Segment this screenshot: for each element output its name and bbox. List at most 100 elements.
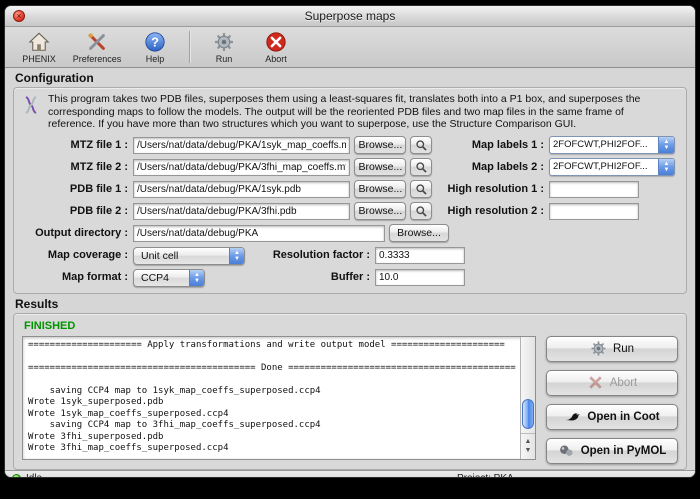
results-section-title: Results: [5, 294, 695, 313]
pdb-file-1-input[interactable]: [133, 181, 350, 198]
console-text: ===================== Apply transformati…: [23, 337, 535, 458]
title-bar[interactable]: × Superpose maps: [5, 6, 695, 27]
mtz-file-1-label: MTZ file 1 :: [22, 139, 128, 151]
pdb-file-1-browse-button[interactable]: Browse...: [354, 180, 406, 198]
toolbar-preferences-button[interactable]: Preferences: [65, 31, 129, 64]
run-gear-icon: [590, 340, 607, 357]
buffer-label: Buffer :: [255, 271, 370, 283]
map-coverage-row: Map coverage : Unit cell ▲▼ Resolution f…: [22, 246, 678, 265]
abort-button-label: Abort: [610, 377, 638, 389]
toolbar-separator: [189, 31, 190, 63]
help-icon: ?: [144, 31, 166, 53]
toolbar-run-button[interactable]: Run: [198, 31, 250, 64]
open-in-pymol-button[interactable]: Open in PyMOL: [546, 438, 678, 464]
mtz-file-1-browse-button[interactable]: Browse...: [354, 136, 406, 154]
abort-icon: [587, 374, 604, 391]
output-console[interactable]: ===================== Apply transformati…: [22, 336, 536, 460]
output-directory-row: Output directory : Browse...: [22, 224, 678, 243]
high-resolution-1-input[interactable]: [549, 181, 639, 198]
scroll-down-icon[interactable]: ▼: [525, 446, 532, 455]
configuration-groupbox: This program takes two PDB files, superp…: [13, 87, 687, 294]
map-coverage-label: Map coverage :: [22, 249, 128, 261]
superpose-maps-window: × Superpose maps PHENIX Preferences: [4, 5, 696, 478]
pdb-file-2-browse-button[interactable]: Browse...: [354, 202, 406, 220]
toolbar-phenix-label: PHENIX: [22, 54, 56, 64]
preferences-icon: [86, 31, 108, 53]
status-bar: Idle Project: PKA: [5, 470, 695, 479]
popup-arrows-icon: ▲▼: [229, 248, 244, 264]
magnifier-icon: [415, 161, 428, 174]
map-coverage-popup[interactable]: Unit cell ▲▼: [133, 247, 245, 265]
close-button[interactable]: ×: [13, 10, 25, 22]
high-resolution-2-label: High resolution 2 :: [432, 205, 544, 217]
resolution-factor-input[interactable]: [375, 247, 465, 264]
mtz-file-1-row: MTZ file 1 : Browse... Map labels 1 : 2F…: [22, 136, 678, 155]
map-format-popup[interactable]: CCP4 ▲▼: [133, 269, 205, 287]
mtz-file-2-input[interactable]: [133, 159, 350, 176]
output-directory-browse-button[interactable]: Browse...: [389, 224, 449, 242]
open-in-coot-label: Open in Coot: [587, 411, 659, 423]
output-directory-label: Output directory :: [22, 227, 128, 239]
scrollbar-thumb[interactable]: [522, 399, 534, 429]
toolbar-run-label: Run: [216, 54, 233, 64]
toolbar-abort-button[interactable]: Abort: [250, 31, 302, 64]
screen: × Superpose maps PHENIX Preferences: [0, 0, 700, 499]
abort-icon: [265, 31, 287, 53]
scrollbar-arrows[interactable]: ▲▼: [521, 433, 535, 459]
run-button[interactable]: Run: [546, 336, 678, 362]
toolbar-help-label: Help: [146, 54, 165, 64]
pymol-icon: [558, 442, 575, 459]
abort-button[interactable]: Abort: [546, 370, 678, 396]
mtz-file-1-input[interactable]: [133, 137, 350, 154]
combo-arrows-icon[interactable]: ▲▼: [658, 137, 674, 153]
mtz-file-2-view-button[interactable]: [410, 158, 432, 176]
resolution-factor-label: Resolution factor :: [255, 249, 370, 261]
scroll-up-icon[interactable]: ▲: [525, 437, 532, 446]
coot-bird-icon: [564, 408, 581, 425]
status-finished: FINISHED: [24, 320, 678, 332]
toolbar-phenix-button[interactable]: PHENIX: [13, 31, 65, 64]
window-title: Superpose maps: [305, 9, 396, 23]
status-text: Idle: [26, 473, 42, 478]
high-resolution-1-label: High resolution 1 :: [432, 183, 544, 195]
run-button-label: Run: [613, 343, 634, 355]
combo-arrows-icon[interactable]: ▲▼: [658, 159, 674, 175]
buffer-input[interactable]: [375, 269, 465, 286]
toolbar-help-button[interactable]: ? Help: [129, 31, 181, 64]
pdb-file-1-row: PDB file 1 : Browse... High resolution 1…: [22, 180, 678, 199]
open-in-coot-button[interactable]: Open in Coot: [546, 404, 678, 430]
pdb-file-2-label: PDB file 2 :: [22, 205, 128, 217]
results-groupbox: FINISHED ===================== Apply tra…: [13, 313, 687, 470]
toolbar: PHENIX Preferences ?: [5, 27, 695, 68]
phenix-home-icon: [28, 31, 50, 53]
pdb-file-2-view-button[interactable]: [410, 202, 432, 220]
program-description: This program takes two PDB files, superp…: [48, 93, 660, 131]
mtz-file-1-view-button[interactable]: [410, 136, 432, 154]
toolbar-preferences-label: Preferences: [73, 54, 122, 64]
project-label: Project: PKA: [457, 473, 514, 478]
map-labels-1-label: Map labels 1 :: [432, 139, 544, 151]
results-action-buttons: Run Abort Open in Coot: [546, 336, 678, 464]
map-labels-2-value: 2FOFCWT,PHI2FOF...: [550, 159, 658, 175]
map-labels-2-combobox[interactable]: 2FOFCWT,PHI2FOF... ▲▼: [549, 158, 675, 176]
pdb-file-2-input[interactable]: [133, 203, 350, 220]
map-labels-1-value: 2FOFCWT,PHI2FOF...: [550, 137, 658, 153]
run-gear-icon: [213, 31, 235, 53]
map-format-label: Map format :: [22, 271, 128, 283]
open-in-pymol-label: Open in PyMOL: [581, 445, 667, 457]
svg-text:?: ?: [151, 34, 159, 49]
mtz-file-2-browse-button[interactable]: Browse...: [354, 158, 406, 176]
console-scrollbar[interactable]: ▲▼: [520, 337, 535, 459]
mtz-file-2-label: MTZ file 2 :: [22, 161, 128, 173]
magnifier-icon: [415, 139, 428, 152]
high-resolution-2-input[interactable]: [549, 203, 639, 220]
idle-status-icon: [12, 474, 21, 478]
magnifier-icon: [415, 183, 428, 196]
popup-arrows-icon: ▲▼: [189, 270, 204, 286]
pdb-file-1-view-button[interactable]: [410, 180, 432, 198]
output-directory-input[interactable]: [133, 225, 385, 242]
program-icon: [22, 95, 40, 117]
magnifier-icon: [415, 205, 428, 218]
pdb-file-1-label: PDB file 1 :: [22, 183, 128, 195]
map-labels-1-combobox[interactable]: 2FOFCWT,PHI2FOF... ▲▼: [549, 136, 675, 154]
